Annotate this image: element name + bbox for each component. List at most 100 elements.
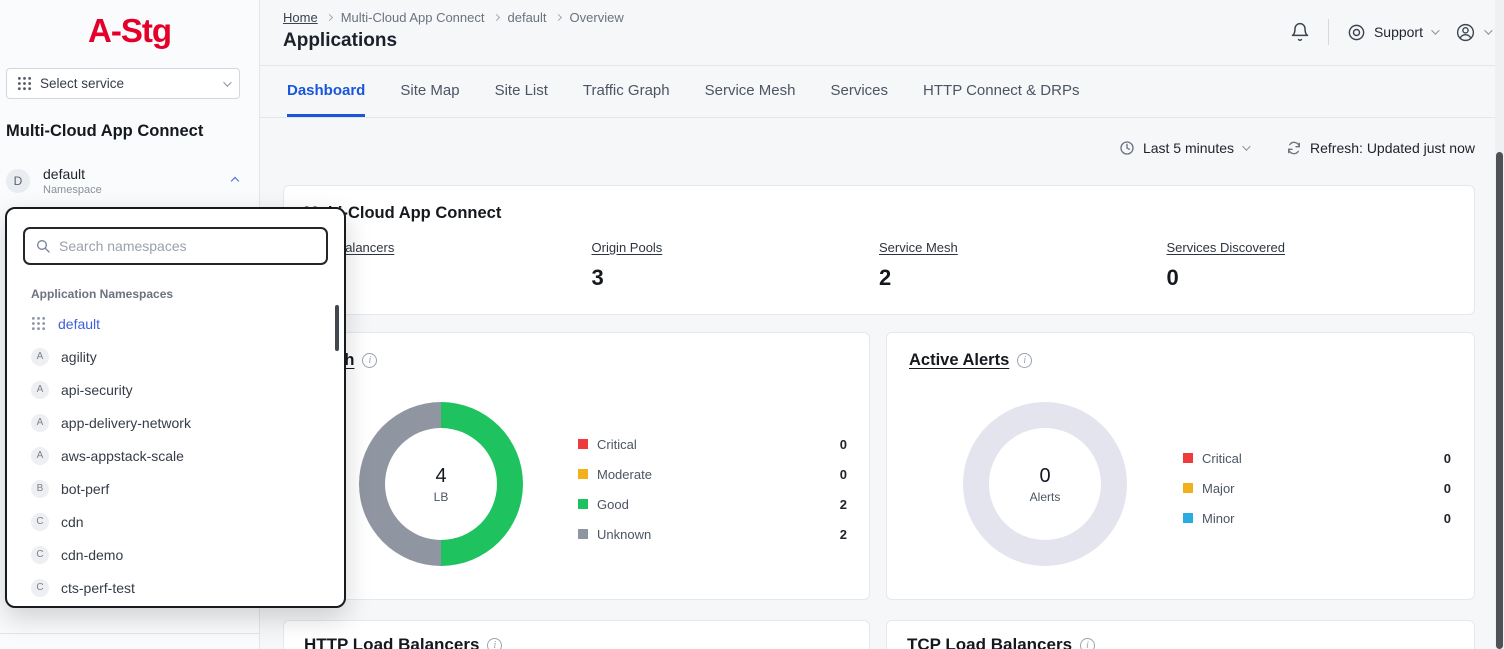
stat-label-link[interactable]: Services Discovered bbox=[1167, 240, 1286, 255]
legend-row-minor: Minor 0 bbox=[1183, 503, 1451, 533]
info-icon[interactable] bbox=[1017, 353, 1032, 368]
breadcrumb-home[interactable]: Home bbox=[283, 10, 318, 25]
grid-icon bbox=[31, 316, 46, 331]
breadcrumb-item[interactable]: default bbox=[508, 10, 547, 25]
namespace-item-app-delivery-network[interactable]: A app-delivery-network bbox=[7, 406, 344, 439]
info-icon[interactable] bbox=[1080, 638, 1095, 649]
active-alerts-card: Active Alerts 0 Alerts Critical 0 Major … bbox=[886, 332, 1475, 600]
stat-label-link[interactable]: Service Mesh bbox=[879, 240, 958, 255]
breadcrumb: Home Multi-Cloud App Connect default Ove… bbox=[283, 10, 624, 25]
tab-services[interactable]: Services bbox=[831, 66, 889, 117]
namespace-item-cdn-demo[interactable]: C cdn-demo bbox=[7, 538, 344, 571]
namespace-item-cdn[interactable]: C cdn bbox=[7, 505, 344, 538]
grid-icon bbox=[17, 76, 32, 91]
dropdown-scrollbar[interactable] bbox=[335, 305, 339, 351]
legend-swatch bbox=[1183, 483, 1193, 493]
account-menu[interactable] bbox=[1455, 22, 1490, 43]
http-load-balancers-title[interactable]: HTTP Load Balancers bbox=[304, 635, 479, 649]
namespace-item-label: cdn-demo bbox=[61, 547, 123, 563]
stat-service-mesh: Service Mesh 2 bbox=[879, 239, 1167, 291]
tab-traffic-graph[interactable]: Traffic Graph bbox=[583, 66, 670, 117]
letter-avatar: A bbox=[31, 447, 49, 465]
donut-center-label: Alerts bbox=[1030, 490, 1061, 504]
namespace-item-label: agility bbox=[61, 349, 97, 365]
legend-label: Good bbox=[597, 497, 629, 512]
namespace-item-agility[interactable]: A agility bbox=[7, 340, 344, 373]
namespace-search-input[interactable] bbox=[59, 238, 316, 254]
legend-row-major: Major 0 bbox=[1183, 473, 1451, 503]
time-range-selector[interactable]: Last 5 minutes bbox=[1119, 140, 1248, 156]
info-icon[interactable] bbox=[362, 353, 377, 368]
namespace-item-label: app-delivery-network bbox=[61, 415, 191, 431]
breadcrumb-item[interactable]: Multi-Cloud App Connect bbox=[341, 10, 485, 25]
namespace-item-api-security[interactable]: A api-security bbox=[7, 373, 344, 406]
sidebar-divider bbox=[0, 633, 260, 634]
chevron-up-icon bbox=[231, 177, 239, 185]
namespace-dropdown-panel: Application Namespaces default A agility… bbox=[5, 207, 346, 608]
chevron-down-icon bbox=[1431, 26, 1439, 34]
service-selector-label: Select service bbox=[40, 76, 124, 91]
legend-label: Minor bbox=[1202, 511, 1235, 526]
chevron-down-icon bbox=[223, 78, 231, 86]
legend-label: Major bbox=[1202, 481, 1235, 496]
refresh-status-label: Refresh: Updated just now bbox=[1310, 140, 1475, 156]
letter-avatar: C bbox=[31, 579, 49, 597]
health-card: Health 4 LB Critical 0 Moderate 0 Good 2… bbox=[283, 332, 870, 600]
info-icon[interactable] bbox=[487, 638, 502, 649]
service-selector[interactable]: Select service bbox=[6, 68, 240, 99]
donut-center-value: 0 bbox=[1039, 465, 1050, 488]
chevron-down-icon bbox=[1242, 142, 1250, 150]
namespace-item-label: api-security bbox=[61, 382, 133, 398]
legend-label: Unknown bbox=[597, 527, 651, 542]
tab-site-map[interactable]: Site Map bbox=[400, 66, 459, 117]
legend-value: 0 bbox=[840, 467, 847, 482]
breadcrumb-separator-icon bbox=[326, 14, 333, 21]
time-range-label: Last 5 minutes bbox=[1143, 140, 1234, 156]
tcp-load-balancers-title[interactable]: TCP Load Balancers bbox=[907, 635, 1072, 649]
namespace-item-default[interactable]: default bbox=[7, 307, 344, 340]
namespace-item-aws-appstack-scale[interactable]: A aws-appstack-scale bbox=[7, 439, 344, 472]
legend-row-good: Good 2 bbox=[578, 489, 847, 519]
breadcrumb-item: Overview bbox=[570, 10, 624, 25]
tabs-bar: Dashboard Site Map Site List Traffic Gra… bbox=[260, 66, 1504, 118]
active-alerts-card-title[interactable]: Active Alerts bbox=[909, 351, 1009, 370]
summary-card: Multi-Cloud App Connect Load Balancers O… bbox=[283, 185, 1475, 315]
namespace-item-bot-perf[interactable]: B bot-perf bbox=[7, 472, 344, 505]
clock-icon bbox=[1119, 140, 1135, 156]
legend-row-moderate: Moderate 0 bbox=[578, 459, 847, 489]
tab-site-list[interactable]: Site List bbox=[495, 66, 548, 117]
tab-dashboard[interactable]: Dashboard bbox=[287, 66, 365, 117]
tab-http-connect-drps[interactable]: HTTP Connect & DRPs bbox=[923, 66, 1079, 117]
legend-label: Moderate bbox=[597, 467, 652, 482]
namespace-item-cts-perf-test[interactable]: C cts-perf-test bbox=[7, 571, 344, 604]
legend-swatch bbox=[578, 529, 588, 539]
stat-label-link[interactable]: Origin Pools bbox=[592, 240, 663, 255]
stat-value: 0 bbox=[1167, 265, 1455, 291]
donut-center-label: LB bbox=[434, 490, 449, 504]
page-title: Applications bbox=[283, 30, 397, 52]
legend-swatch bbox=[1183, 513, 1193, 523]
tab-service-mesh[interactable]: Service Mesh bbox=[705, 66, 796, 117]
legend-label: Critical bbox=[1202, 451, 1242, 466]
legend-row-critical: Critical 0 bbox=[1183, 443, 1451, 473]
legend-swatch bbox=[578, 439, 588, 449]
donut-center-value: 4 bbox=[435, 465, 446, 488]
letter-avatar: A bbox=[31, 381, 49, 399]
legend-label: Critical bbox=[597, 437, 637, 452]
page-scrollbar-thumb[interactable] bbox=[1496, 152, 1503, 649]
http-load-balancers-card: HTTP Load Balancers bbox=[283, 620, 870, 649]
sidebar-section-title: Multi-Cloud App Connect bbox=[6, 122, 203, 141]
namespace-selector[interactable]: D default Namespace bbox=[6, 164, 248, 198]
notifications-bell-icon[interactable] bbox=[1290, 22, 1310, 42]
refresh-control[interactable]: Refresh: Updated just now bbox=[1286, 140, 1475, 156]
letter-avatar: A bbox=[31, 348, 49, 366]
namespace-avatar: D bbox=[6, 169, 30, 193]
namespace-item-label: cdn bbox=[61, 514, 84, 530]
namespace-item-label: bot-perf bbox=[61, 481, 109, 497]
summary-stats: Load Balancers Origin Pools 3 Service Me… bbox=[304, 239, 1454, 291]
namespace-item-label: aws-appstack-scale bbox=[61, 448, 184, 464]
namespace-name: default bbox=[43, 166, 102, 182]
support-menu[interactable]: Support bbox=[1347, 23, 1437, 42]
brand-logo: A-Stg bbox=[0, 12, 259, 50]
namespace-item-label: default bbox=[58, 316, 100, 332]
